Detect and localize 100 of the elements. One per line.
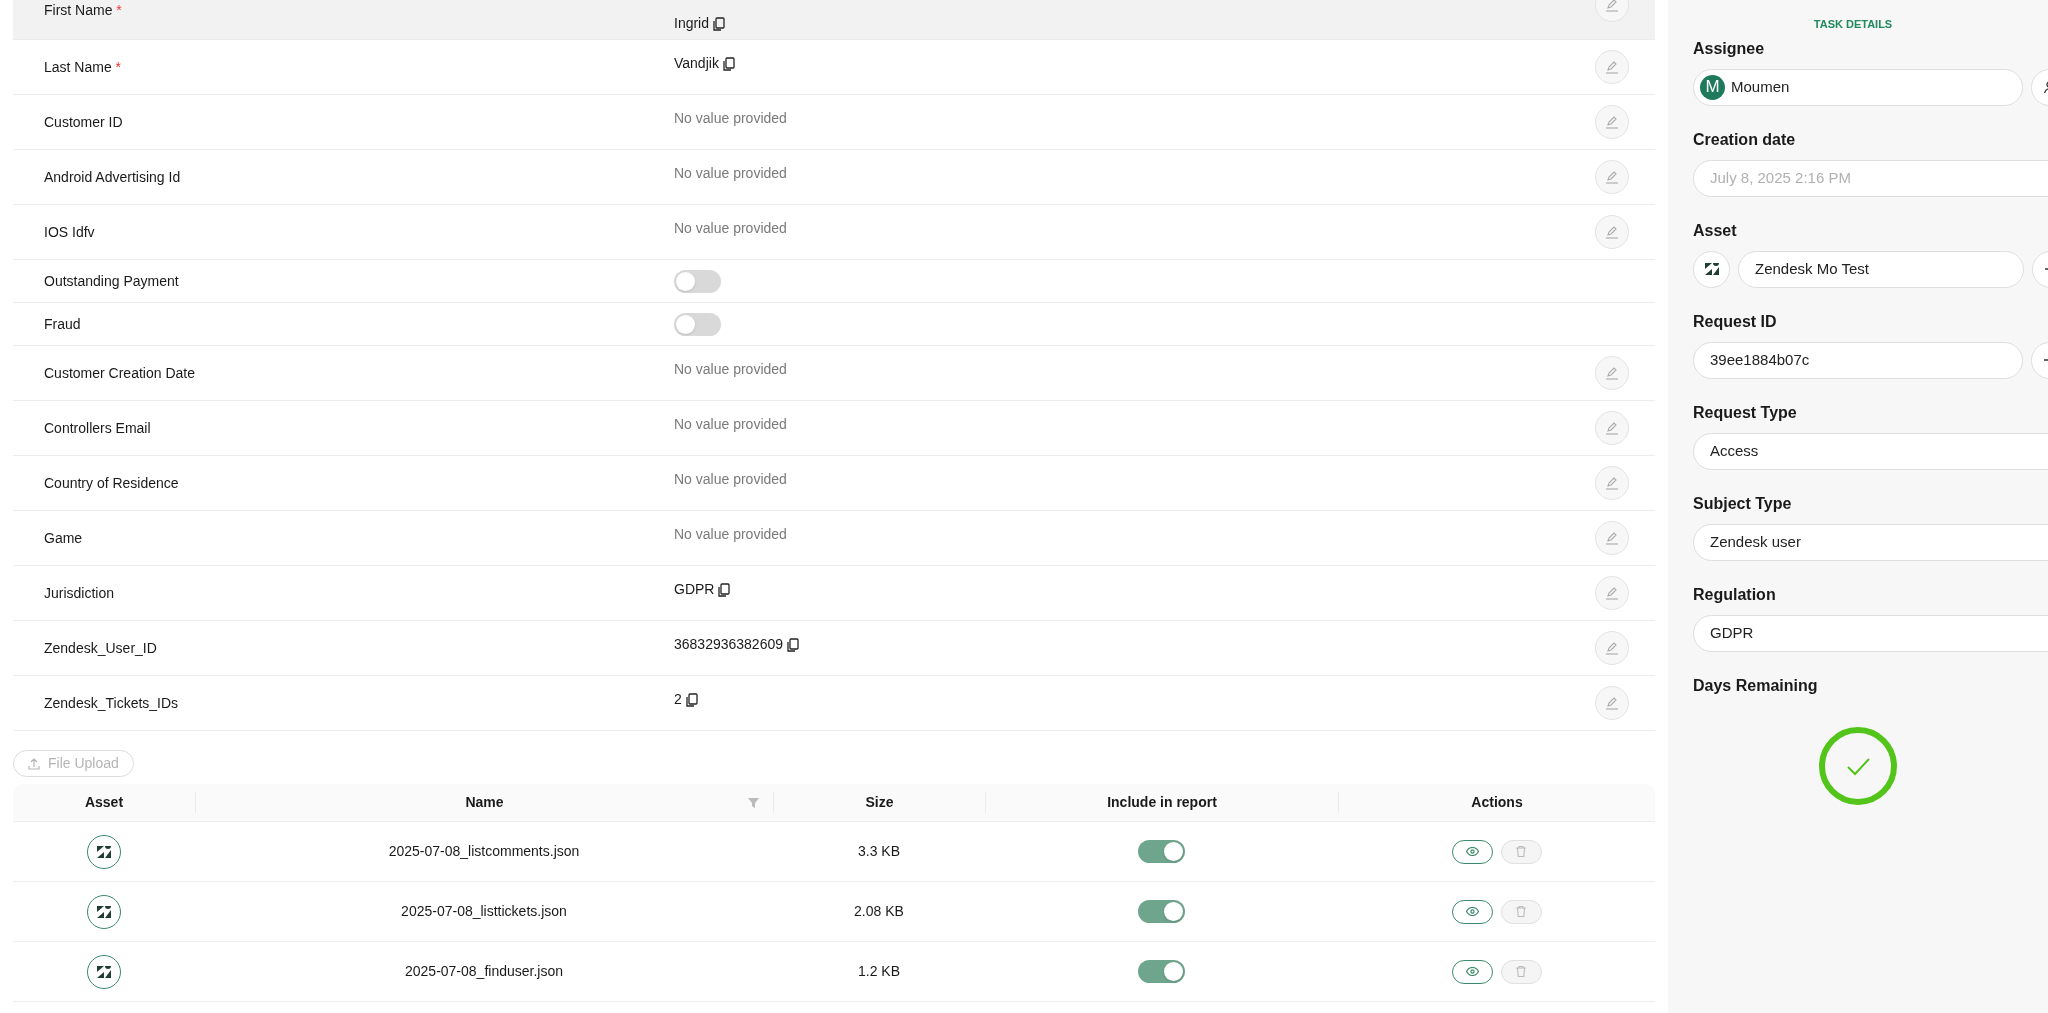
view-button[interactable] (1451, 899, 1493, 924)
copy-icon[interactable] (787, 637, 799, 652)
field-value: 36832936382609 (674, 635, 783, 654)
column-header: Size (865, 793, 894, 812)
edit-button[interactable] (1595, 411, 1629, 445)
toggle-switch[interactable] (674, 312, 721, 336)
zendesk-logo-icon (1704, 263, 1719, 275)
edit-button[interactable] (1595, 356, 1629, 390)
empty-value: No value provided (674, 525, 787, 544)
file-name: 2025-07-08_listcomments.json (388, 842, 580, 861)
field-label: Regulation (1693, 584, 1777, 605)
column-header: Name (465, 793, 504, 812)
field-label: Jurisdiction (44, 583, 116, 603)
pencil-icon (1605, 586, 1619, 600)
file-size: 3.3 KB (858, 842, 900, 861)
edit-button[interactable] (1595, 521, 1629, 555)
delete-button[interactable] (1500, 899, 1542, 924)
panel-title: TASK DETAILS (1813, 17, 1893, 32)
eye-icon (1465, 847, 1479, 856)
pencil-icon (1605, 60, 1619, 74)
edit-button[interactable] (1595, 215, 1629, 249)
avatar: M (1700, 74, 1725, 100)
copy-icon[interactable] (722, 56, 735, 71)
field-label: Creation date (1693, 129, 1797, 150)
file-size: 1.2 KB (858, 962, 900, 981)
toggle-switch[interactable] (674, 269, 721, 293)
column-header: Asset (84, 793, 124, 812)
file-name: 2025-07-08_listtickets.json (401, 902, 567, 921)
view-button[interactable] (1451, 839, 1493, 864)
empty-value: No value provided (674, 360, 787, 379)
toggle-switch[interactable] (1138, 840, 1185, 863)
column-header: Actions (1471, 793, 1523, 812)
empty-value: No value provided (674, 415, 787, 434)
select-field[interactable]: GDPR (1693, 614, 2048, 652)
field-label: Controllers Email (44, 418, 152, 438)
field-value: Vandjik (674, 54, 719, 73)
eye-icon (1465, 967, 1479, 976)
edit-button[interactable] (1595, 631, 1629, 665)
pencil-icon (1605, 366, 1619, 380)
field-label: Last Name * (44, 57, 123, 77)
file-size: 2.08 KB (854, 902, 904, 921)
edit-button[interactable] (1595, 50, 1629, 84)
trash-icon (1516, 906, 1526, 917)
field-label: Outstanding Payment (44, 271, 180, 291)
delete-button[interactable] (1500, 959, 1542, 984)
copy-icon[interactable] (685, 692, 698, 707)
field-label: Request ID (1693, 311, 1778, 332)
select-field[interactable]: Zendesk user (1693, 523, 2048, 561)
trash-icon (1516, 846, 1526, 857)
toggle-switch[interactable] (1138, 900, 1185, 923)
toggle-switch[interactable] (1138, 960, 1185, 983)
zendesk-logo-icon (97, 845, 111, 858)
upload-icon (28, 757, 40, 770)
assignee-field[interactable]: M Moumen (1693, 68, 2023, 106)
field-label: Zendesk_Tickets_IDs (44, 693, 180, 713)
pencil-icon (1605, 0, 1619, 12)
field-label: Days Remaining (1693, 675, 1819, 696)
asset-field[interactable]: Zendesk Mo Test (1738, 250, 2024, 288)
select-field[interactable]: Access (1693, 432, 2048, 470)
edit-button[interactable] (1595, 576, 1629, 610)
field-label: Android Advertising Id (44, 167, 182, 187)
file-name: 2025-07-08_finduser.json (405, 962, 563, 981)
empty-value: No value provided (674, 109, 787, 128)
field-label: Request Type (1693, 402, 1798, 423)
edit-button[interactable] (1595, 686, 1629, 720)
field-value: 2 (674, 690, 682, 709)
field-label: Game (44, 528, 84, 548)
pencil-icon (1605, 641, 1619, 655)
pencil-icon (1605, 421, 1619, 435)
zendesk-logo-icon (97, 965, 111, 978)
field-value: Ingrid (674, 14, 710, 33)
field-label: Country of Residence (44, 473, 180, 493)
pencil-icon (1605, 115, 1619, 129)
edit-button[interactable] (1595, 160, 1629, 194)
field-value: GDPR (674, 580, 715, 599)
edit-button[interactable] (1595, 105, 1629, 139)
edit-button[interactable] (1595, 466, 1629, 500)
trash-icon (1516, 966, 1526, 977)
empty-value: No value provided (674, 164, 787, 183)
column-header: Include in report (1107, 793, 1217, 812)
copy-icon[interactable] (718, 582, 731, 597)
field-label: Asset (1693, 220, 1738, 241)
pencil-icon (1605, 531, 1619, 545)
check-circle-icon (1818, 725, 1898, 806)
field-label: Assignee (1693, 38, 1766, 59)
pencil-icon (1605, 225, 1619, 239)
field-label: Subject Type (1693, 493, 1793, 514)
empty-value: No value provided (674, 470, 787, 489)
copy-icon[interactable] (713, 16, 726, 31)
pencil-icon (1605, 170, 1619, 184)
view-button[interactable] (1451, 959, 1493, 984)
request-id-field[interactable]: 39ee1884b07c (1693, 341, 2023, 379)
delete-button[interactable] (1500, 839, 1542, 864)
field-label: First Name * (44, 1, 123, 20)
filter-icon[interactable] (748, 797, 759, 808)
eye-icon (1465, 907, 1479, 916)
assignee-name: Moumen (1731, 76, 1790, 97)
pencil-icon (1605, 476, 1619, 490)
field-label: IOS Idfv (44, 222, 96, 242)
field-label: Zendesk_User_ID (44, 638, 158, 658)
